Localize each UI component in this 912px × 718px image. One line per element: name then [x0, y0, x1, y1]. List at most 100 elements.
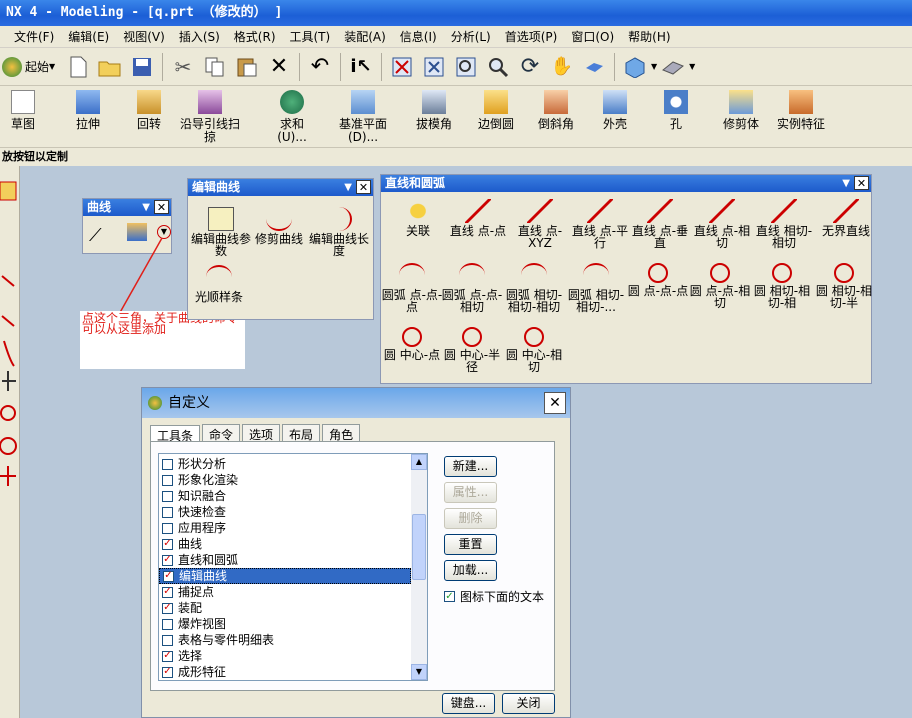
open-folder-icon[interactable] [96, 53, 124, 81]
menu-insert[interactable]: 插入(S) [172, 28, 227, 45]
list-item[interactable]: 快速检查 [159, 504, 411, 520]
trim-curve-button[interactable]: 修剪曲线 [248, 207, 310, 245]
load-button[interactable]: 加载... [444, 560, 497, 581]
curve-tools-strip[interactable] [0, 166, 20, 496]
hole-button[interactable]: 孔 [656, 90, 696, 131]
datum-plane-button[interactable]: 基准平面(D)... [332, 90, 394, 144]
lines-arcs-item[interactable]: 圆 中心-点 [381, 327, 443, 361]
chevron-down-icon[interactable]: ▼ [842, 175, 850, 192]
rotate-icon[interactable]: ⟳ [516, 53, 544, 81]
trim-body-button[interactable]: 修剪体 [716, 90, 766, 131]
rendering-icon[interactable] [659, 53, 687, 81]
lines-arcs-item[interactable]: 圆 相切-相切-相 [751, 263, 813, 309]
scroll-thumb[interactable] [412, 514, 426, 580]
lines-arcs-item[interactable]: 圆 中心-相切 [503, 327, 565, 373]
info-pointer-icon[interactable]: i↖ [347, 53, 375, 81]
list-item-checkbox[interactable]: ✓ [162, 666, 173, 678]
list-item-checkbox[interactable] [162, 474, 173, 486]
lines-arcs-item[interactable]: 圆弧 相切-相切-相切 [503, 263, 565, 313]
pan-icon[interactable]: ✋ [548, 53, 576, 81]
shell-button[interactable]: 外壳 [592, 90, 638, 131]
list-item[interactable]: ✓ 直线和圆弧 [159, 552, 411, 568]
text-below-icons-option[interactable]: ✓ 图标下面的文本 [444, 588, 544, 605]
scroll-down-arrow-icon[interactable]: ▼ [411, 664, 427, 680]
unite-button[interactable]: 求和(U)... [266, 90, 318, 144]
list-item[interactable]: 形象化渲染 [159, 472, 411, 488]
menu-help[interactable]: 帮助(H) [621, 28, 677, 45]
list-item[interactable]: 应用程序 [159, 520, 411, 536]
save-icon[interactable] [128, 53, 156, 81]
list-scrollbar[interactable]: ▲ ▼ [411, 454, 427, 680]
list-item-checkbox[interactable]: ✓ [163, 570, 174, 582]
lines-arcs-item[interactable]: 直线 点-平行 [569, 199, 631, 249]
menu-tools[interactable]: 工具(T) [283, 28, 338, 45]
reset-button[interactable]: 重置 [444, 534, 497, 555]
cut-icon[interactable]: ✂ [169, 53, 197, 81]
instance-feature-button[interactable]: 实例特征 [774, 90, 828, 131]
list-item[interactable]: 爆炸视图 [159, 616, 411, 632]
lines-arcs-item[interactable]: 圆 中心-半径 [441, 327, 503, 373]
lines-arcs-item[interactable]: 圆 点-点-相切 [689, 263, 751, 309]
lines-arcs-item[interactable]: 直线 点-相切 [691, 199, 753, 249]
list-item-checkbox[interactable] [162, 618, 173, 630]
list-item[interactable]: ✓ 编辑曲线 [159, 568, 411, 584]
menu-view[interactable]: 视图(V) [116, 28, 172, 45]
edit-curve-params-button[interactable]: 编辑曲线参数 [190, 207, 252, 257]
scroll-up-arrow-icon[interactable]: ▲ [411, 454, 427, 470]
list-item-checkbox[interactable]: ✓ [162, 602, 173, 614]
lines-arcs-item[interactable]: 关联 [387, 199, 449, 237]
close-icon[interactable]: ✕ [854, 176, 869, 190]
zoom-window-icon[interactable] [420, 53, 448, 81]
zoom-icon[interactable] [452, 53, 480, 81]
menu-edit[interactable]: 编辑(E) [61, 28, 116, 45]
new-button[interactable]: 新建... [444, 456, 497, 477]
list-item-checkbox[interactable]: ✓ [162, 650, 173, 662]
extrude-button[interactable]: 拉伸 [62, 90, 114, 131]
list-item[interactable]: ✓ 成形特征 [159, 664, 411, 680]
delete-icon[interactable]: ✕ [265, 53, 293, 81]
sweep-along-guide-button[interactable]: 沿导引线扫掠 [180, 90, 240, 144]
list-item-checkbox[interactable] [162, 490, 173, 502]
lines-arcs-item[interactable]: 圆弧 点-点-点 [381, 263, 443, 313]
close-button[interactable]: 关闭 [502, 693, 555, 714]
sketch-button[interactable]: 草图 [2, 90, 44, 131]
text-below-icons-checkbox[interactable]: ✓ [444, 591, 455, 602]
list-item-checkbox[interactable]: ✓ [162, 538, 173, 550]
menu-analysis[interactable]: 分析(L) [444, 28, 498, 45]
list-item[interactable]: 形状分析 [159, 456, 411, 472]
chevron-down-icon[interactable]: ▼ [142, 199, 150, 216]
list-item-checkbox[interactable]: ✓ [162, 586, 173, 598]
chevron-down-icon[interactable]: ▼ [651, 62, 657, 71]
new-file-icon[interactable] [64, 53, 92, 81]
list-item-checkbox[interactable]: ✓ [162, 554, 173, 566]
chamfer-button[interactable]: 倒斜角 [530, 90, 582, 131]
list-item[interactable]: 表格与零件明细表 [159, 632, 411, 648]
copy-icon[interactable] [201, 53, 229, 81]
edge-blend-button[interactable]: 边倒圆 [470, 90, 522, 131]
delete-button[interactable]: 删除 [444, 508, 497, 529]
magnify-icon[interactable] [484, 53, 512, 81]
list-item[interactable]: ✓ 选择 [159, 648, 411, 664]
close-icon[interactable]: ✕ [154, 200, 169, 214]
lines-arcs-item[interactable]: 直线 相切-相切 [753, 199, 815, 249]
menu-format[interactable]: 格式(R) [227, 28, 283, 45]
lines-arcs-item[interactable]: 圆弧 点-点-相切 [441, 263, 503, 313]
list-item[interactable]: 知识融合 [159, 488, 411, 504]
lines-arcs-item[interactable]: 直线 点-点 [447, 199, 509, 237]
properties-button[interactable]: 属性... [444, 482, 497, 503]
chevron-down-icon[interactable]: ▼ [344, 179, 352, 196]
edit-curve-length-button[interactable]: 编辑曲线长度 [308, 207, 370, 257]
list-item[interactable]: ✓ 捕捉点 [159, 584, 411, 600]
close-icon[interactable]: ✕ [544, 392, 566, 414]
list-item-checkbox[interactable] [162, 522, 173, 534]
list-item[interactable]: ✓ 曲线 [159, 536, 411, 552]
close-icon[interactable]: ✕ [356, 180, 371, 194]
menu-preferences[interactable]: 首选项(P) [498, 28, 565, 45]
chevron-down-icon[interactable]: ▼ [689, 62, 695, 71]
toolbar-list[interactable]: 形状分析 形象化渲染 知识融合 快速检查 应用程序 ✓ 曲线 ✓ 直线和圆弧 ✓ 编辑曲线 ✓ 捕捉点 ✓… [158, 453, 428, 681]
lines-arcs-item[interactable]: 无界直线 [815, 199, 877, 237]
lines-arcs-item[interactable]: 圆弧 相切-相切-... [565, 263, 627, 313]
start-button[interactable]: 起始 ▼ [2, 56, 62, 77]
draft-button[interactable]: 拔模角 [408, 90, 460, 131]
paste-icon[interactable] [233, 53, 261, 81]
